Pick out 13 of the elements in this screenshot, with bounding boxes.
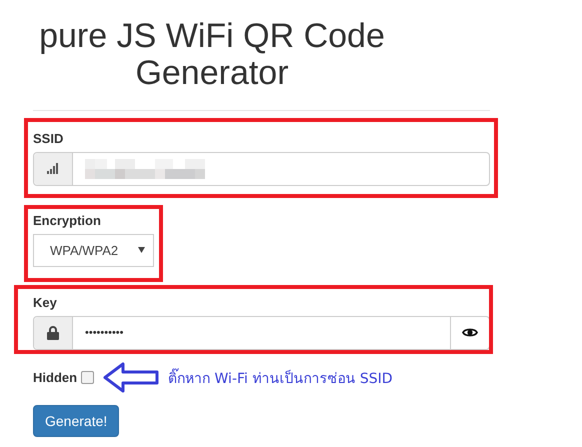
key-label: Key	[33, 294, 58, 310]
generate-button[interactable]: Generate!	[33, 404, 120, 437]
caret-icon	[138, 247, 145, 254]
ssid-label: SSID	[33, 130, 64, 146]
page-title: pure JS WiFi QR Code Generator	[38, 18, 386, 93]
annotation-note: ติ๊กหาก Wi-Fi ท่านเป็นการซ่อน SSID	[168, 366, 392, 389]
encryption-label: Encryption	[33, 212, 102, 228]
hidden-checkbox[interactable]	[81, 371, 94, 384]
ssid-field[interactable]	[33, 152, 490, 186]
arrow-icon	[103, 362, 160, 394]
signal-icon	[47, 163, 59, 174]
hidden-label: Hidden	[33, 370, 78, 386]
encryption-select[interactable]: WPA/WPA2	[33, 234, 154, 267]
